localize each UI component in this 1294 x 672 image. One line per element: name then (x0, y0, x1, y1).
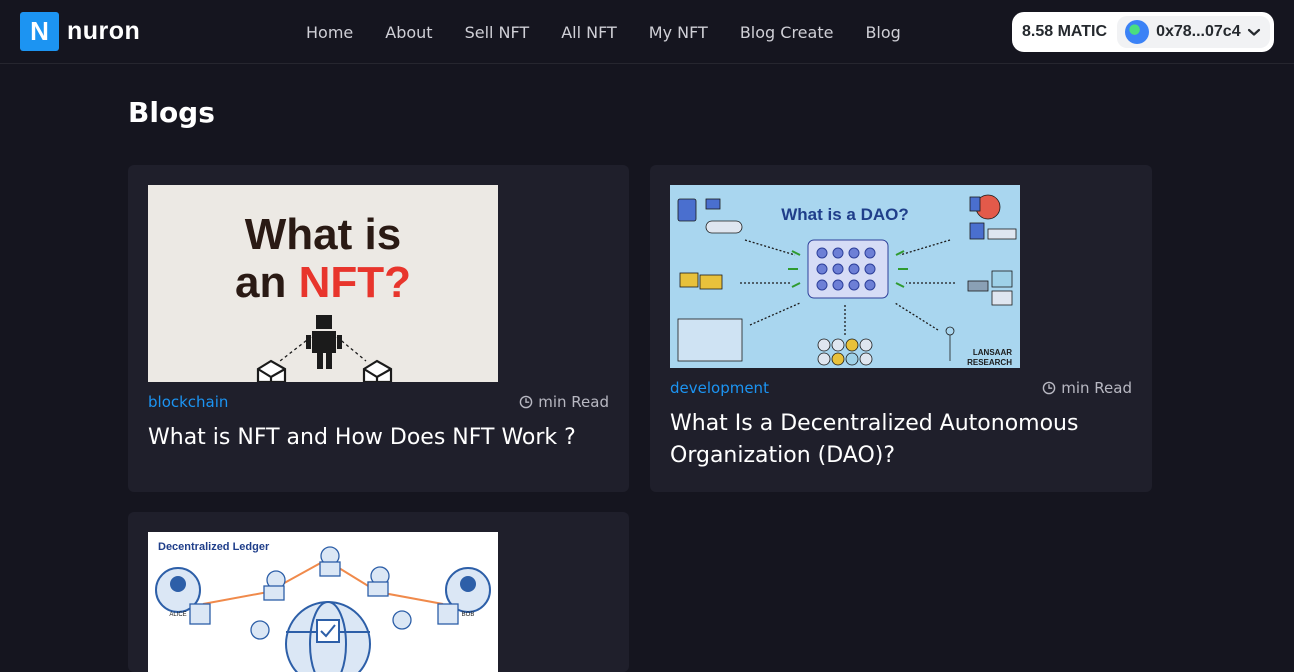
dao-illustration: What is a DAO? LANSAAR RESEARCH (677, 194, 1017, 367)
read-time-label: min Read (538, 393, 609, 411)
globe (285, 601, 371, 672)
main-nav: Home About Sell NFT All NFT My NFT Blog … (290, 0, 917, 64)
image-heading-line1: What is (245, 210, 401, 259)
nav-about[interactable]: About (385, 23, 432, 42)
image-heading-line2: an NFT? (235, 258, 411, 307)
blog-card[interactable]: What is an NFT? blockchain min Read What… (128, 165, 629, 492)
blog-tag[interactable]: blockchain (148, 393, 228, 411)
logo-mark: N (20, 12, 59, 51)
alice-label: ALICE (169, 612, 186, 618)
image-heading-highlight: NFT? (299, 258, 411, 307)
read-time: min Read (1042, 379, 1132, 397)
image-credit-line2: RESEARCH (967, 358, 1012, 367)
central-network (807, 239, 889, 299)
robot-figure (306, 315, 342, 369)
chevron-down-icon (1247, 28, 1260, 36)
nav-all-nft[interactable]: All NFT (561, 23, 617, 42)
brand-logo[interactable]: N nuron (20, 12, 140, 51)
wallet-balance: 8.58 MATIC (1022, 23, 1108, 40)
logo-text: nuron (67, 17, 141, 45)
ledger-illustration: Decentralized Ledger ALICE BOB (155, 541, 491, 672)
clock-icon (519, 395, 533, 409)
blog-card-image[interactable]: What is an NFT? (148, 185, 498, 382)
blog-title[interactable]: What is NFT and How Does NFT Work ? (148, 422, 609, 454)
read-time-label: min Read (1061, 379, 1132, 397)
page-title: Blogs (128, 96, 215, 129)
nav-home[interactable]: Home (306, 23, 353, 42)
nav-blog-create[interactable]: Blog Create (740, 23, 834, 42)
wallet-connect-button[interactable]: 8.58 MATIC 0x78...07c4 (1012, 12, 1274, 52)
image-credit-line1: LANSAAR (973, 348, 1012, 357)
nav-my-nft[interactable]: My NFT (649, 23, 708, 42)
account-avatar-icon (1125, 20, 1150, 44)
blog-card[interactable]: Decentralized Ledger ALICE BOB (128, 512, 629, 672)
image-heading: What is a DAO? (781, 205, 909, 224)
blog-tag[interactable]: development (670, 379, 769, 397)
nav-sell-nft[interactable]: Sell NFT (465, 23, 530, 42)
clock-icon (1042, 381, 1056, 395)
block-cubes (256, 359, 393, 382)
blog-card-image[interactable]: Decentralized Ledger ALICE BOB (148, 532, 498, 672)
image-heading: Decentralized Ledger (158, 541, 270, 553)
account-button[interactable]: 0x78...07c4 (1117, 16, 1270, 48)
blog-card-image[interactable]: What is a DAO? LANSAAR RESEARCH (670, 185, 1020, 368)
read-time: min Read (519, 393, 609, 411)
nav-blog[interactable]: Blog (865, 23, 900, 42)
wallet-address: 0x78...07c4 (1156, 23, 1241, 40)
top-nav-bar: N nuron Home About Sell NFT All NFT My N… (0, 0, 1294, 64)
blog-card[interactable]: What is a DAO? LANSAAR RESEARCH developm… (650, 165, 1152, 492)
image-heading-prefix: an (235, 258, 299, 307)
blog-title[interactable]: What Is a Decentralized Autonomous Organ… (670, 408, 1132, 472)
nft-illustration: What is an NFT? (235, 210, 411, 382)
bob-label: BOB (462, 612, 475, 618)
